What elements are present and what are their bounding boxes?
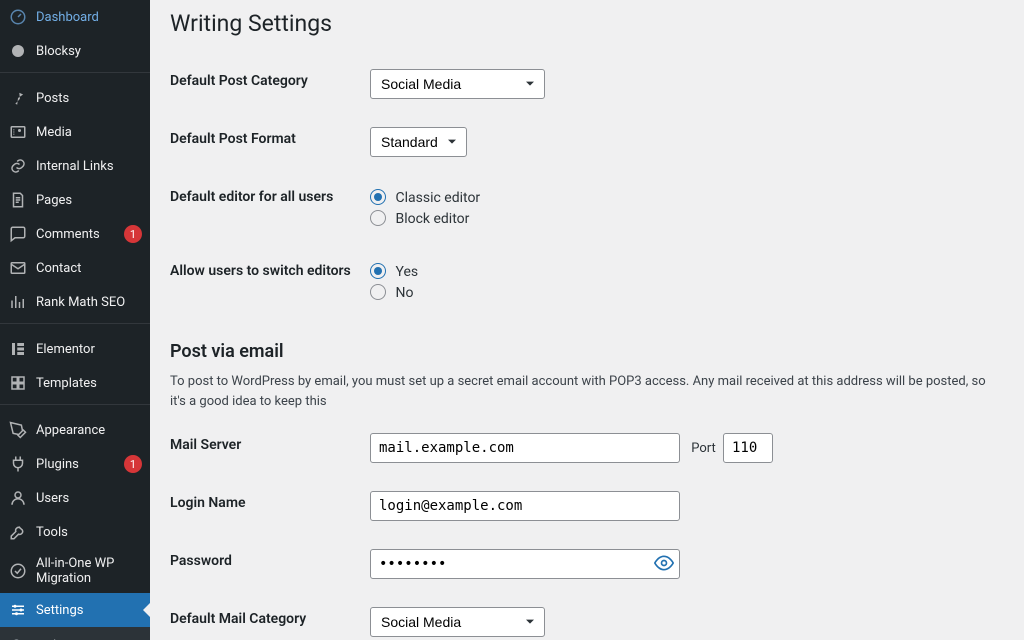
link-icon xyxy=(8,156,28,176)
sidebar-item-label: Comments xyxy=(36,227,120,242)
sidebar-item-dashboard[interactable]: Dashboard xyxy=(0,0,150,34)
allow-switch-no-option[interactable]: No xyxy=(370,284,994,301)
default-post-format-select[interactable]: Standard xyxy=(370,127,467,157)
default-post-format-label: Default Post Format xyxy=(170,113,370,171)
templates-icon xyxy=(8,373,28,393)
default-post-category-select[interactable]: Social Media xyxy=(370,69,545,99)
sidebar-item-users[interactable]: Users xyxy=(0,481,150,515)
settings-submenu: GeneralWritingReading xyxy=(0,627,150,640)
mail-icon xyxy=(8,258,28,278)
submenu-item-general[interactable]: General xyxy=(0,633,150,640)
mail-server-input[interactable] xyxy=(370,433,680,463)
post-via-email-description: To post to WordPress by email, you must … xyxy=(170,372,1004,411)
notification-badge: 1 xyxy=(124,455,142,473)
sidebar-item-label: Media xyxy=(36,125,142,140)
admin-sidebar: Dashboard Blocksy Posts Media Internal Links… xyxy=(0,0,150,640)
sidebar-item-comments[interactable]: Comments 1 xyxy=(0,217,150,251)
sidebar-item-label: Users xyxy=(36,491,142,506)
page-icon xyxy=(8,190,28,210)
user-icon xyxy=(8,488,28,508)
wrench-icon xyxy=(8,522,28,542)
sidebar-item-label: Elementor xyxy=(36,342,142,357)
main-content: Writing Settings Default Post Category S… xyxy=(150,0,1024,640)
dashboard-icon xyxy=(8,7,28,27)
sidebar-item-pages[interactable]: Pages xyxy=(0,183,150,217)
eye-icon xyxy=(654,553,674,576)
default-editor-classic-radio[interactable] xyxy=(370,189,386,205)
sidebar-item-label: Pages xyxy=(36,193,142,208)
sidebar-separator xyxy=(0,404,150,409)
sidebar-item-media[interactable]: Media xyxy=(0,115,150,149)
migration-icon xyxy=(8,561,28,581)
mail-server-label: Mail Server xyxy=(170,419,370,477)
chart-icon xyxy=(8,292,28,312)
password-visibility-toggle[interactable] xyxy=(649,549,679,579)
notification-badge: 1 xyxy=(124,225,142,243)
post-via-email-heading: Post via email xyxy=(170,341,1004,362)
sidebar-item-label: Dashboard xyxy=(36,10,142,25)
allow-switch-yes-radio[interactable] xyxy=(370,263,386,279)
sidebar-item-rank-math[interactable]: Rank Math SEO xyxy=(0,285,150,319)
sidebar-item-label: Internal Links xyxy=(36,159,142,174)
default-mail-category-select[interactable]: Social Media xyxy=(370,607,545,637)
comment-icon xyxy=(8,224,28,244)
sidebar-item-label: Blocksy xyxy=(36,44,142,59)
sidebar-separator xyxy=(0,323,150,328)
default-editor-classic-option[interactable]: Classic editor xyxy=(370,189,994,206)
writing-settings-form: Default Post Category Social Media Defau… xyxy=(170,55,1004,319)
default-post-category-label: Default Post Category xyxy=(170,55,370,113)
sidebar-item-templates[interactable]: Templates xyxy=(0,366,150,400)
default-editor-block-option[interactable]: Block editor xyxy=(370,210,994,227)
sidebar-item-blocksy[interactable]: Blocksy xyxy=(0,34,150,68)
sidebar-item-internal-links[interactable]: Internal Links xyxy=(0,149,150,183)
sidebar-item-label: Templates xyxy=(36,376,142,391)
login-name-input[interactable] xyxy=(370,491,680,521)
post-via-email-form: Mail Server Port Login Name Password xyxy=(170,419,1004,640)
media-icon xyxy=(8,122,28,142)
sidebar-item-label: Tools xyxy=(36,525,142,540)
password-label: Password xyxy=(170,535,370,593)
password-input[interactable] xyxy=(370,549,680,579)
allow-switch-no-label: No xyxy=(395,285,413,301)
sidebar-item-label: Settings xyxy=(36,603,142,618)
sidebar-item-plugins[interactable]: Plugins 1 xyxy=(0,447,150,481)
allow-switch-yes-option[interactable]: Yes xyxy=(370,263,994,280)
default-editor-block-label: Block editor xyxy=(395,211,469,227)
sidebar-item-label: Contact xyxy=(36,261,142,276)
sidebar-separator xyxy=(0,72,150,77)
sidebar-item-posts[interactable]: Posts xyxy=(0,81,150,115)
default-editor-classic-label: Classic editor xyxy=(395,190,480,206)
mail-server-port-label: Port xyxy=(691,441,716,456)
default-mail-category-label: Default Mail Category xyxy=(170,593,370,640)
sidebar-item-elementor[interactable]: Elementor xyxy=(0,332,150,366)
allow-switch-no-radio[interactable] xyxy=(370,284,386,300)
login-name-label: Login Name xyxy=(170,477,370,535)
sidebar-item-appearance[interactable]: Appearance xyxy=(0,413,150,447)
page-title: Writing Settings xyxy=(170,10,1004,37)
sliders-icon xyxy=(8,600,28,620)
sidebar-item-label: Posts xyxy=(36,91,142,106)
sidebar-item-settings[interactable]: Settings xyxy=(0,593,150,627)
sidebar-item-label: Appearance xyxy=(36,423,142,438)
mail-server-port-input[interactable] xyxy=(723,433,773,463)
plug-icon xyxy=(8,454,28,474)
sidebar-item-contact[interactable]: Contact xyxy=(0,251,150,285)
allow-switch-yes-label: Yes xyxy=(395,264,418,280)
elementor-icon xyxy=(8,339,28,359)
default-editor-block-radio[interactable] xyxy=(370,210,386,226)
sidebar-item-label: Rank Math SEO xyxy=(36,295,142,310)
sidebar-item-label: All-in-One WP Migration xyxy=(36,556,142,586)
default-editor-label: Default editor for all users xyxy=(170,171,370,245)
sidebar-item-label: Plugins xyxy=(36,457,120,472)
allow-switch-label: Allow users to switch editors xyxy=(170,245,370,319)
pin-icon xyxy=(8,88,28,108)
brush-icon xyxy=(8,420,28,440)
blocksy-icon xyxy=(8,41,28,61)
sidebar-item-aio-wp-migration[interactable]: All-in-One WP Migration xyxy=(0,549,150,593)
sidebar-item-tools[interactable]: Tools xyxy=(0,515,150,549)
